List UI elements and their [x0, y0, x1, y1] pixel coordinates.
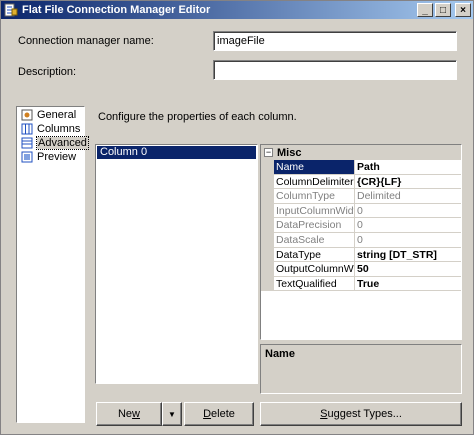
nav-item-preview[interactable]: Preview	[17, 150, 84, 163]
property-name: Name	[274, 160, 355, 174]
property-value: 0	[357, 204, 363, 217]
nav-item-columns[interactable]: Columns	[17, 122, 84, 135]
preview-icon	[21, 151, 33, 163]
category-label: Misc	[277, 146, 302, 159]
property-value[interactable]: 50	[355, 262, 461, 276]
property-row-columntype[interactable]: ColumnType Delimited	[261, 189, 461, 204]
property-grid[interactable]: − Misc Name Path ColumnDelimiter {CR}{LF…	[260, 144, 462, 340]
new-button-accel: w	[132, 408, 140, 420]
connection-name-input[interactable]	[213, 31, 457, 51]
suggest-button-label: uggest Types...	[327, 408, 402, 420]
maximize-button[interactable]: □	[435, 3, 451, 17]
new-button[interactable]: Ne w	[96, 402, 162, 426]
nav-label-columns: Columns	[37, 122, 81, 135]
property-row-datascale[interactable]: DataScale 0	[261, 232, 461, 248]
property-value[interactable]: string [DT_STR]	[355, 248, 461, 262]
columns-icon	[21, 123, 33, 135]
property-name: ColumnType	[274, 189, 355, 203]
chevron-down-icon: ▼	[168, 409, 176, 419]
app-icon	[4, 3, 18, 17]
nav-label-general: General	[37, 108, 77, 121]
minimize-button[interactable]: _	[417, 3, 433, 17]
property-name: DataType	[274, 247, 355, 262]
property-name: OutputColumnWidth	[276, 262, 355, 276]
advanced-icon	[21, 137, 33, 149]
property-category-misc[interactable]: − Misc	[261, 145, 461, 160]
property-row-name[interactable]: Name Path	[261, 160, 461, 175]
property-description-panel: Name	[260, 344, 462, 394]
suggest-button-accel: S	[320, 408, 328, 420]
property-name: ColumnDelimiter	[276, 174, 355, 189]
delete-button-label: elete	[211, 408, 235, 420]
property-description-title: Name	[265, 348, 295, 360]
collapse-icon[interactable]: −	[264, 148, 273, 157]
general-icon	[21, 109, 33, 121]
title-bar[interactable]: Flat File Connection Manager Editor _ □ …	[1, 1, 473, 19]
instruction-text: Configure the properties of each column.	[98, 111, 297, 123]
property-name: TextQualified	[274, 276, 355, 291]
nav-label-preview: Preview	[37, 150, 77, 163]
property-name: DataScale	[274, 232, 355, 247]
property-row-dataprecision[interactable]: DataPrecision 0	[261, 218, 461, 233]
columns-list[interactable]: Column 0	[95, 144, 258, 384]
property-row-columndelimiter[interactable]: ColumnDelimiter {CR}{LF}	[261, 174, 461, 190]
property-value[interactable]: {CR}{LF}	[355, 175, 461, 189]
property-row-inputcolumnwidth[interactable]: InputColumnWidth 0	[261, 203, 461, 219]
property-row-outputcolumnwidth[interactable]: OutputColumnWidth 50	[261, 262, 461, 277]
property-name: InputColumnWidth	[276, 203, 355, 218]
property-name: DataPrecision	[274, 218, 355, 232]
list-item[interactable]: Column 0	[97, 146, 256, 159]
property-row-datatype[interactable]: DataType string [DT_STR]	[261, 247, 461, 263]
description-input[interactable]	[213, 60, 457, 80]
close-button[interactable]: ×	[455, 3, 471, 17]
nav-label-advanced: Advanced	[36, 135, 89, 150]
minimize-icon: _	[422, 4, 428, 16]
suggest-types-button[interactable]: Suggest Types...	[260, 402, 462, 426]
delete-button[interactable]: Delete	[184, 402, 254, 426]
maximize-icon: □	[439, 4, 447, 16]
window-title: Flat File Connection Manager Editor	[22, 4, 211, 16]
nav-panel: General Columns Advanced Preview	[16, 106, 89, 423]
nav-item-advanced[interactable]: Advanced	[17, 135, 89, 150]
description-label: Description:	[18, 66, 77, 78]
property-value[interactable]: True	[355, 277, 461, 291]
delete-button-accel: D	[203, 408, 212, 420]
new-button-label: Ne	[117, 408, 133, 420]
editor-window: Flat File Connection Manager Editor _ □ …	[0, 0, 474, 435]
new-dropdown-button[interactable]: ▼	[162, 402, 182, 426]
property-value: Delimited	[357, 190, 401, 203]
close-icon: ×	[460, 4, 466, 16]
property-value[interactable]: Path	[355, 160, 461, 174]
property-value: 0	[357, 219, 363, 232]
nav-item-general[interactable]: General	[17, 108, 84, 121]
property-row-textqualified[interactable]: TextQualified True	[261, 276, 461, 292]
property-value: 0	[357, 233, 363, 246]
connection-name-label: Connection manager name:	[18, 35, 154, 47]
